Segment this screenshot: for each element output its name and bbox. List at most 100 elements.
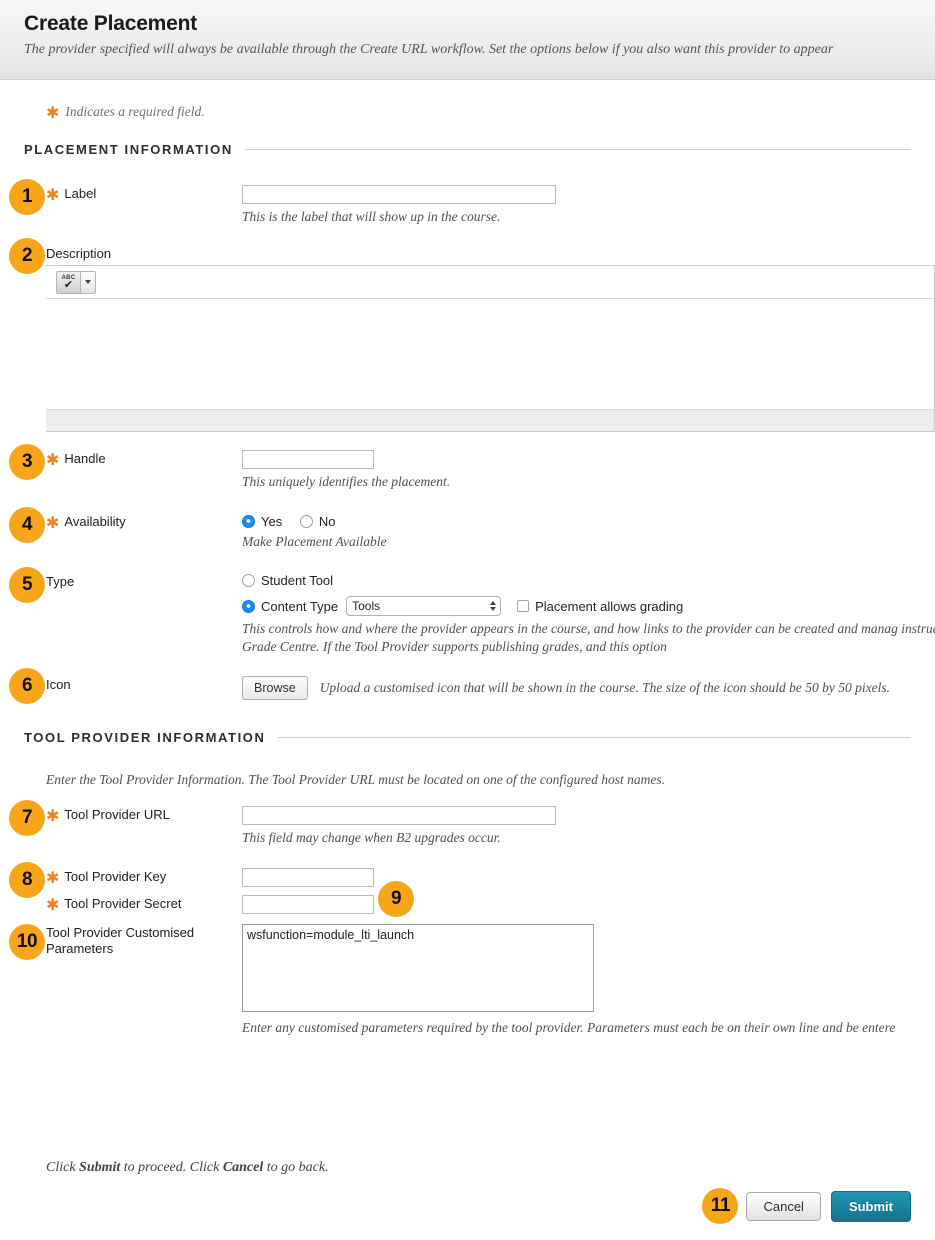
field-row-icon: 6 Icon Browse Upload a customised icon t… [0,676,935,700]
student-tool-label: Student Tool [261,573,333,588]
availability-yes-label: Yes [261,514,282,529]
badge-6: 6 [9,668,45,704]
footer-note-mid: to proceed. Click [120,1160,223,1175]
field-row-tool-provider-secret: 9 ✱ Tool Provider Secret [0,895,935,914]
tool-provider-key-input[interactable] [242,868,374,887]
submit-button[interactable]: Submit [831,1191,911,1222]
label-field-label: ✱ Label [46,185,242,202]
badge-7: 7 [9,800,45,836]
label-help-text: This is the label that will show up in t… [242,208,935,226]
availability-radio-no[interactable]: No [300,514,336,529]
content-type-select-wrapper[interactable]: Tools [346,596,501,616]
description-label: Description [46,246,935,261]
required-field-note: ✱ Indicates a required field. [46,104,935,120]
availability-radio-yes[interactable]: Yes [242,514,282,529]
required-note-text: Indicates a required field. [65,104,204,120]
page-header: Create Placement The provider specified … [0,0,935,80]
required-asterisk-icon: ✱ [46,898,59,914]
section-tool-provider-information-label: TOOL PROVIDER INFORMATION [24,730,266,745]
field-row-tool-provider-params: 10 Tool Provider Customised Parameters w… [0,924,935,1037]
radio-icon[interactable] [300,515,313,528]
tool-provider-secret-field-label: ✱ Tool Provider Secret [46,895,242,912]
tool-provider-intro-text: Enter the Tool Provider Information. The… [46,771,935,789]
grading-checkbox-label: Placement allows grading [535,599,683,614]
content-type-label: Content Type [261,599,338,614]
required-asterisk-icon: ✱ [46,809,59,825]
field-row-handle: 3 ✱ Handle This uniquely identifies the … [0,450,935,491]
section-placement-information: PLACEMENT INFORMATION [24,142,911,157]
tool-provider-params-help-text: Enter any customised parameters required… [242,1019,935,1037]
icon-text: Icon [46,677,71,692]
label-input[interactable] [242,185,556,204]
required-asterisk-icon: ✱ [46,106,59,122]
page-title: Create Placement [24,12,935,36]
cancel-button[interactable]: Cancel [746,1192,820,1221]
availability-field-label: ✱ Availability [46,513,242,530]
description-editor-toolbar: ABC ✔ [46,266,934,299]
page-subtitle: The provider specified will always be av… [24,42,935,58]
field-row-availability: 4 ✱ Availability Yes No Make Placement A… [0,513,935,551]
type-text: Type [46,574,74,589]
content-type-select[interactable]: Tools [346,596,501,616]
type-radio-content-type[interactable]: Content Type [242,599,338,614]
description-editor[interactable]: ABC ✔ [46,265,935,432]
availability-text: Availability [64,514,125,529]
tool-provider-secret-input[interactable] [242,895,374,914]
field-row-type: 5 Type Student Tool Content Type Tools [0,573,935,656]
section-divider [278,737,911,738]
badge-5: 5 [9,567,45,603]
badge-4: 4 [9,507,45,543]
tool-provider-url-text: Tool Provider URL [64,807,170,822]
handle-input[interactable] [242,450,374,469]
footer-note-post: to go back. [263,1160,328,1175]
tool-provider-url-input[interactable] [242,806,556,825]
required-asterisk-icon: ✱ [46,871,59,887]
spellcheck-icon: ABC ✔ [57,272,81,293]
form-footer: Click Submit to proceed. Click Cancel to… [0,1144,935,1240]
badge-1: 1 [9,179,45,215]
tool-provider-params-text-line1: Tool Provider Customised [46,925,194,941]
badge-2: 2 [9,238,45,274]
footer-note-pre: Click [46,1160,79,1175]
grading-checkbox-group[interactable]: Placement allows grading [517,599,683,614]
label-text: Label [64,186,96,201]
footer-instruction-text: Click Submit to proceed. Click Cancel to… [46,1160,329,1176]
icon-field-label: Icon [46,676,242,692]
section-placement-information-label: PLACEMENT INFORMATION [24,142,233,157]
browse-button[interactable]: Browse [242,676,308,700]
spellcheck-dropdown-arrow-icon[interactable] [81,272,95,293]
required-asterisk-icon: ✱ [46,453,59,469]
tool-provider-url-field-label: ✱ Tool Provider URL [46,806,242,823]
tool-provider-secret-text: Tool Provider Secret [64,896,181,911]
badge-3: 3 [9,444,45,480]
footer-note-cancel: Cancel [223,1160,263,1175]
field-row-description: 2 Description ABC ✔ [0,246,935,432]
tool-provider-url-help-text: This field may change when B2 upgrades o… [242,829,935,847]
handle-help-text: This uniquely identifies the placement. [242,473,935,491]
badge-11: 11 [702,1188,738,1224]
type-field-label: Type [46,573,242,589]
icon-help-text: Upload a customised icon that will be sh… [320,679,890,697]
required-asterisk-icon: ✱ [46,516,59,532]
tool-provider-params-text-line2: Parameters [46,941,113,957]
radio-icon[interactable] [242,574,255,587]
type-content-type-row: Content Type Tools Placement allows grad… [242,596,935,616]
checkbox-icon[interactable] [517,600,529,612]
badge-8: 8 [9,862,45,898]
radio-icon-selected[interactable] [242,600,255,613]
required-asterisk-icon: ✱ [46,188,59,204]
section-divider [245,149,911,150]
footer-buttons: 11 Cancel Submit [702,1188,911,1224]
form-content: ✱ Indicates a required field. PLACEMENT … [0,104,935,1037]
radio-icon-selected[interactable] [242,515,255,528]
tool-provider-params-textarea[interactable]: wsfunction=module_lti_launch [242,924,594,1012]
spellcheck-button[interactable]: ABC ✔ [56,271,96,294]
handle-field-label: ✱ Handle [46,450,242,467]
footer-note-submit: Submit [79,1160,120,1175]
type-radio-student-tool[interactable]: Student Tool [242,573,333,588]
description-editor-statusbar [46,409,934,431]
section-tool-provider-information: TOOL PROVIDER INFORMATION [24,730,911,745]
description-editor-body[interactable] [46,299,934,409]
tool-provider-params-field-label: Tool Provider Customised Parameters [46,924,242,957]
badge-9: 9 [378,881,414,917]
